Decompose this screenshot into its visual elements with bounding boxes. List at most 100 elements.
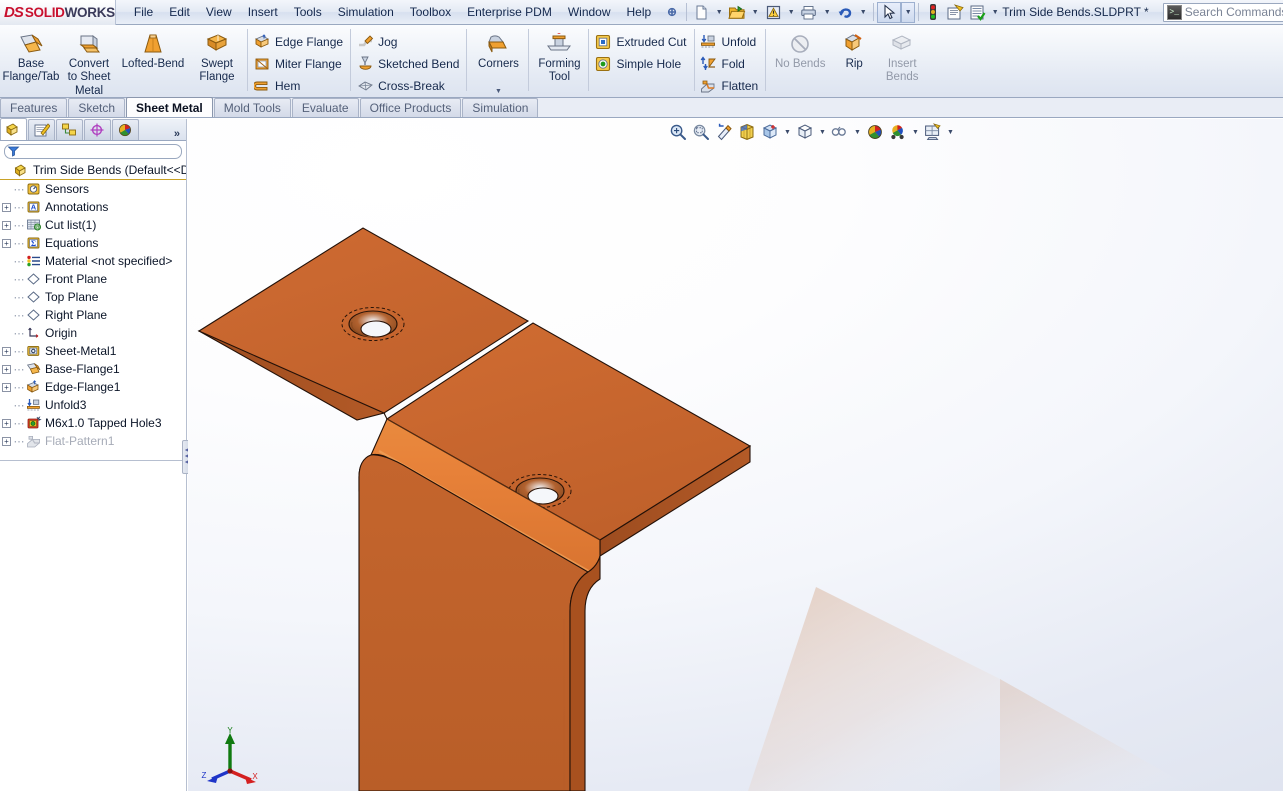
- search-commands-box[interactable]: >_ Search Commands: [1162, 2, 1283, 22]
- tree-item-equations[interactable]: + ⋯ Σ Equations: [0, 234, 186, 252]
- expand-toggle-base-flange1[interactable]: +: [2, 364, 11, 374]
- lofted-bend-button[interactable]: Lofted-Bend: [118, 27, 188, 70]
- cross-break-button[interactable]: Cross-Break: [353, 75, 465, 97]
- tree-filter-input[interactable]: [4, 143, 182, 159]
- sketched-bend-button[interactable]: Sketched Bend: [353, 53, 465, 75]
- select-dropdown-icon[interactable]: ▼: [901, 1, 916, 23]
- tree-item-front-plane[interactable]: ⋯ Front Plane: [0, 270, 186, 288]
- tab-simulation[interactable]: Simulation: [462, 98, 539, 117]
- rip-icon: [842, 31, 866, 57]
- no-bends-label: No Bends: [774, 58, 826, 70]
- dimxpert-manager-tab[interactable]: [84, 119, 111, 140]
- hem-label: Hem: [275, 79, 301, 93]
- tree-filter-row: [0, 141, 186, 159]
- rip-button[interactable]: Rip: [832, 27, 876, 70]
- undo-dropdown-icon[interactable]: ▼: [856, 1, 870, 23]
- miter-flange-button[interactable]: Miter Flange: [250, 53, 349, 75]
- graphics-viewport[interactable]: ▼ ▼ ▼ ▼ ▼ Y X Z: [188, 119, 1283, 791]
- tab-features[interactable]: Features: [0, 98, 68, 117]
- forming-tool-button[interactable]: Forming Tool: [531, 27, 587, 84]
- tree-item-material[interactable]: ⋯ Material <not specified>: [0, 252, 186, 270]
- save-icon[interactable]: [762, 1, 784, 23]
- print-icon[interactable]: [798, 1, 820, 23]
- tree-item-sensors[interactable]: ⋯ Sensors: [0, 180, 186, 198]
- tree-item-cut-list[interactable]: + ⋯ @ Cut list(1): [0, 216, 186, 234]
- no-bends-button[interactable]: No Bends: [768, 27, 832, 70]
- hem-button[interactable]: Hem: [250, 75, 349, 97]
- menu-file[interactable]: File: [126, 2, 161, 22]
- tree-item-top-plane[interactable]: ⋯ Top Plane: [0, 288, 186, 306]
- menu-toolbox[interactable]: Toolbox: [402, 2, 459, 22]
- display-manager-tab[interactable]: [112, 119, 139, 140]
- panel-tab-row: »: [0, 118, 186, 141]
- expand-toggle-flat-pattern1[interactable]: +: [2, 436, 11, 446]
- flat-pattern-icon: [25, 433, 42, 449]
- flatten-button[interactable]: Flatten: [697, 75, 765, 97]
- menu-view[interactable]: View: [198, 2, 240, 22]
- solidworks-logo[interactable]: DS SOLIDWORKS: [0, 0, 116, 25]
- expand-toggle-edge-flange1[interactable]: +: [2, 382, 11, 392]
- tab-sketch[interactable]: Sketch: [68, 98, 126, 117]
- options-icon[interactable]: [944, 1, 966, 23]
- feature-manager-tab[interactable]: [0, 118, 27, 140]
- property-manager-tab[interactable]: [28, 119, 55, 140]
- simple-hole-button[interactable]: Simple Hole: [591, 53, 692, 75]
- expand-toggle-tapped-hole3[interactable]: +: [2, 418, 11, 428]
- open-folder-icon[interactable]: [726, 1, 748, 23]
- pin-icon[interactable]: [661, 1, 683, 23]
- configuration-manager-tab[interactable]: [56, 119, 83, 140]
- tab-sheet-metal[interactable]: Sheet Metal: [126, 97, 213, 117]
- customize-icon[interactable]: [966, 1, 988, 23]
- tab-mold-tools[interactable]: Mold Tools: [213, 98, 291, 117]
- save-dropdown-icon[interactable]: ▼: [784, 1, 798, 23]
- tree-root-part[interactable]: Trim Side Bends (Default<<De: [0, 162, 186, 180]
- fold-button[interactable]: Fold: [697, 53, 765, 75]
- base-flange-label-2: Flange/Tab: [2, 71, 60, 84]
- menu-window[interactable]: Window: [560, 2, 619, 22]
- tree-item-origin[interactable]: ⋯ Origin: [0, 324, 186, 342]
- customize-dropdown-icon[interactable]: ▼: [988, 1, 1002, 23]
- menu-enterprise-pdm[interactable]: Enterprise PDM: [459, 2, 560, 22]
- corners-dropdown-icon[interactable]: ▼: [467, 88, 529, 95]
- print-dropdown-icon[interactable]: ▼: [820, 1, 834, 23]
- undo-icon[interactable]: [834, 1, 856, 23]
- tree-item-annotations[interactable]: + ⋯ A Annotations: [0, 198, 186, 216]
- convert-to-sheet-metal-button[interactable]: Convert to Sheet Metal: [60, 27, 118, 97]
- expand-toggle-equations[interactable]: +: [2, 238, 11, 248]
- menu-edit[interactable]: Edit: [161, 2, 198, 22]
- select-arrow-icon[interactable]: [877, 1, 902, 23]
- insert-bends-button[interactable]: Insert Bends: [876, 27, 928, 84]
- open-folder-dropdown-icon[interactable]: ▼: [748, 1, 762, 23]
- expand-toggle-sheet-metal1[interactable]: +: [2, 346, 11, 356]
- corners-button[interactable]: Corners: [469, 27, 527, 70]
- new-document-icon[interactable]: [690, 1, 712, 23]
- tab-office-products[interactable]: Office Products: [359, 98, 462, 117]
- tree-item-right-plane[interactable]: ⋯ Right Plane: [0, 306, 186, 324]
- rebuild-icon[interactable]: [922, 1, 944, 23]
- menu-tools[interactable]: Tools: [286, 2, 330, 22]
- base-flange-tab-button[interactable]: Base Flange/Tab: [2, 27, 60, 84]
- tree-item-unfold3[interactable]: ⋯ Unfold3: [0, 396, 186, 414]
- edge-flange-button[interactable]: Edge Flange: [250, 31, 349, 53]
- sheet-metal-bracket-model[interactable]: [188, 119, 1283, 791]
- tree-item-base-flange1[interactable]: + ⋯ Base-Flange1: [0, 360, 186, 378]
- tree-item-sheet-metal1[interactable]: + ⋯ Sheet-Metal1: [0, 342, 186, 360]
- menu-help[interactable]: Help: [619, 2, 660, 22]
- expand-toggle-annotations[interactable]: +: [2, 202, 11, 212]
- new-document-dropdown-icon[interactable]: ▼: [712, 1, 726, 23]
- tree-item-edge-flange1[interactable]: + ⋯ Edge-Flange1: [0, 378, 186, 396]
- swept-flange-button[interactable]: Swept Flange: [188, 27, 246, 84]
- tree-item-tapped-hole3[interactable]: + ⋯ M6x1.0 Tapped Hole3: [0, 414, 186, 432]
- menu-simulation[interactable]: Simulation: [330, 2, 402, 22]
- unfold-button[interactable]: Unfold: [697, 31, 765, 53]
- tab-evaluate[interactable]: Evaluate: [291, 98, 359, 117]
- panel-tabs-more-button[interactable]: »: [174, 128, 186, 140]
- quick-access-toolbar: ▼ ▼ ▼ ▼ ▼ ▼ ▼: [661, 0, 1002, 25]
- expand-toggle-cut-list[interactable]: +: [2, 220, 11, 230]
- sketched-bend-label: Sketched Bend: [378, 57, 460, 71]
- sensors-icon: [25, 181, 42, 197]
- menu-insert[interactable]: Insert: [240, 2, 286, 22]
- tree-item-flat-pattern1[interactable]: + ⋯ Flat-Pattern1: [0, 432, 186, 450]
- extruded-cut-button[interactable]: Extruded Cut: [591, 31, 692, 53]
- jog-button[interactable]: Jog: [353, 31, 465, 53]
